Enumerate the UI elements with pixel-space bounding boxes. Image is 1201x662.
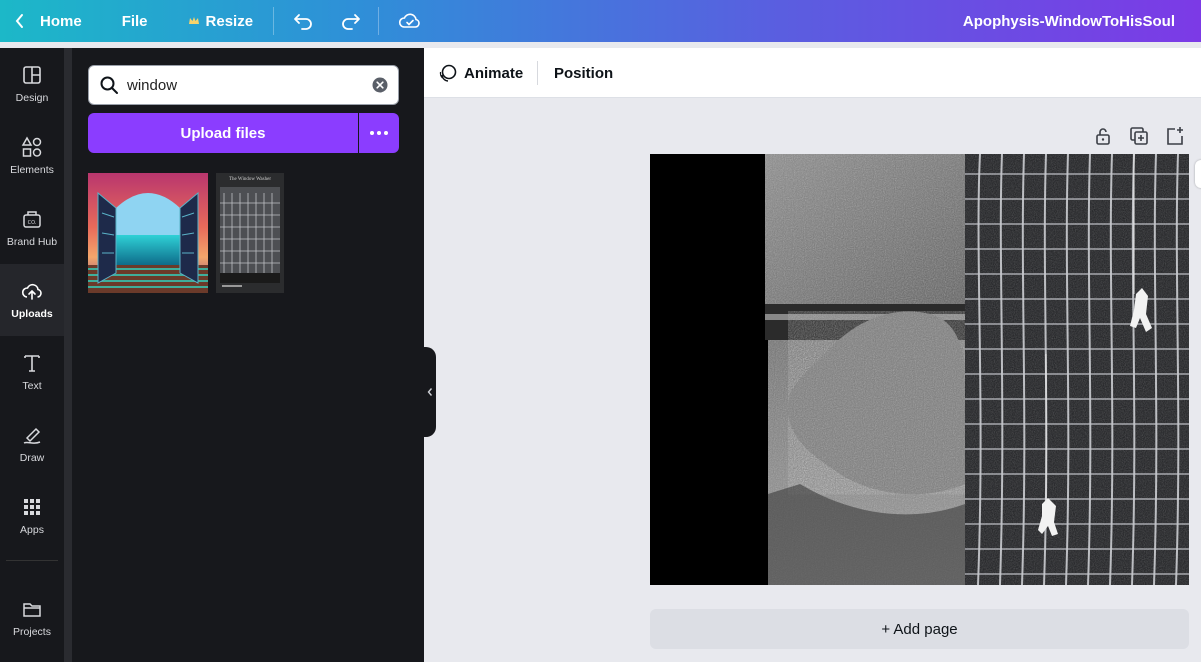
add-page-button[interactable]: + Add page (650, 609, 1189, 649)
divider (6, 560, 58, 561)
file-menu[interactable]: File (122, 0, 148, 42)
uploads-panel: Upload files The Window Washer (72, 48, 424, 662)
top-bar: Home File Resize Apophysis-WindowToHisSo… (0, 0, 1201, 42)
rail-label: Text (22, 380, 42, 392)
editor-toolbar: Animate Position (424, 48, 1201, 98)
duplicate-icon (1130, 127, 1148, 145)
search-input[interactable] (127, 66, 357, 104)
grid-icon (24, 499, 40, 515)
layout-icon (23, 66, 41, 84)
animate-label: Animate (464, 64, 524, 82)
side-rail: Design Elements CO. Brand Hub Uploads Te… (0, 48, 64, 662)
home-button[interactable]: Home (14, 0, 82, 42)
more-horizontal-icon (370, 131, 388, 135)
divider (273, 7, 275, 35)
undo-icon (294, 14, 312, 30)
cloud-save-button[interactable] (395, 0, 425, 42)
rail-item-draw[interactable]: Draw (0, 408, 64, 480)
rail-item-apps[interactable]: Apps (0, 480, 64, 552)
rail-item-text[interactable]: Text (0, 336, 64, 408)
upload-files-button[interactable]: Upload files (88, 113, 358, 153)
file-label: File (121, 12, 148, 30)
rail-gutter (64, 48, 72, 662)
upload-thumbnail-window-sea[interactable] (88, 173, 208, 293)
text-icon (24, 355, 40, 372)
canvas-edge-handle[interactable] (1195, 160, 1201, 188)
redo-button[interactable] (338, 0, 362, 42)
pen-icon (23, 427, 41, 444)
svg-text:CO.: CO. (28, 220, 37, 226)
search-box[interactable] (88, 65, 399, 105)
rail-label: Apps (20, 524, 44, 536)
rail-item-projects[interactable]: Projects (0, 582, 64, 654)
collapse-panel-handle[interactable] (424, 347, 436, 437)
add-page-icon (1167, 127, 1183, 145)
rail-item-design[interactable]: Design (0, 48, 64, 120)
cloud-upload-icon (21, 283, 42, 300)
rail-item-elements[interactable]: Elements (0, 120, 64, 192)
position-button[interactable]: Position (554, 48, 613, 98)
duplicate-page-button[interactable] (1128, 125, 1150, 147)
resize-label: Resize (205, 12, 254, 30)
brand-icon: CO. (23, 211, 41, 228)
rail-label: Elements (10, 164, 54, 176)
divider (378, 7, 380, 35)
cloud-check-icon (399, 13, 420, 28)
home-label: Home (40, 12, 82, 30)
rail-label: Draw (19, 452, 45, 464)
lock-icon (1096, 128, 1110, 145)
crown-icon (188, 17, 199, 24)
animate-button[interactable]: Animate (438, 48, 523, 98)
redo-icon (342, 14, 360, 30)
rail-item-uploads[interactable]: Uploads (0, 264, 64, 336)
search-icon (100, 76, 118, 94)
divider (537, 61, 538, 85)
rail-label: Design (15, 92, 49, 104)
upload-thumbnail-window-washer[interactable]: The Window Washer (216, 173, 284, 293)
chevron-left-icon (427, 388, 433, 396)
shapes-icon (21, 136, 42, 157)
design-canvas[interactable] (650, 154, 1189, 585)
lock-page-button[interactable] (1092, 125, 1114, 147)
undo-button[interactable] (292, 0, 316, 42)
animate-icon (439, 64, 457, 82)
rail-label: Projects (13, 626, 51, 638)
folder-icon (23, 603, 41, 617)
canvas-artwork (650, 154, 1189, 585)
rail-label: Uploads (11, 308, 53, 320)
add-page-icon-button[interactable] (1164, 125, 1186, 147)
clear-icon[interactable] (372, 77, 388, 93)
document-title[interactable]: Apophysis-WindowToHisSoul (963, 0, 1175, 42)
chevron-left-icon (15, 14, 23, 28)
rail-label: Brand Hub (6, 236, 58, 248)
resize-button[interactable]: Resize (188, 0, 254, 42)
more-options-button[interactable] (359, 113, 399, 153)
rail-item-brand-hub[interactable]: CO. Brand Hub (0, 192, 64, 264)
